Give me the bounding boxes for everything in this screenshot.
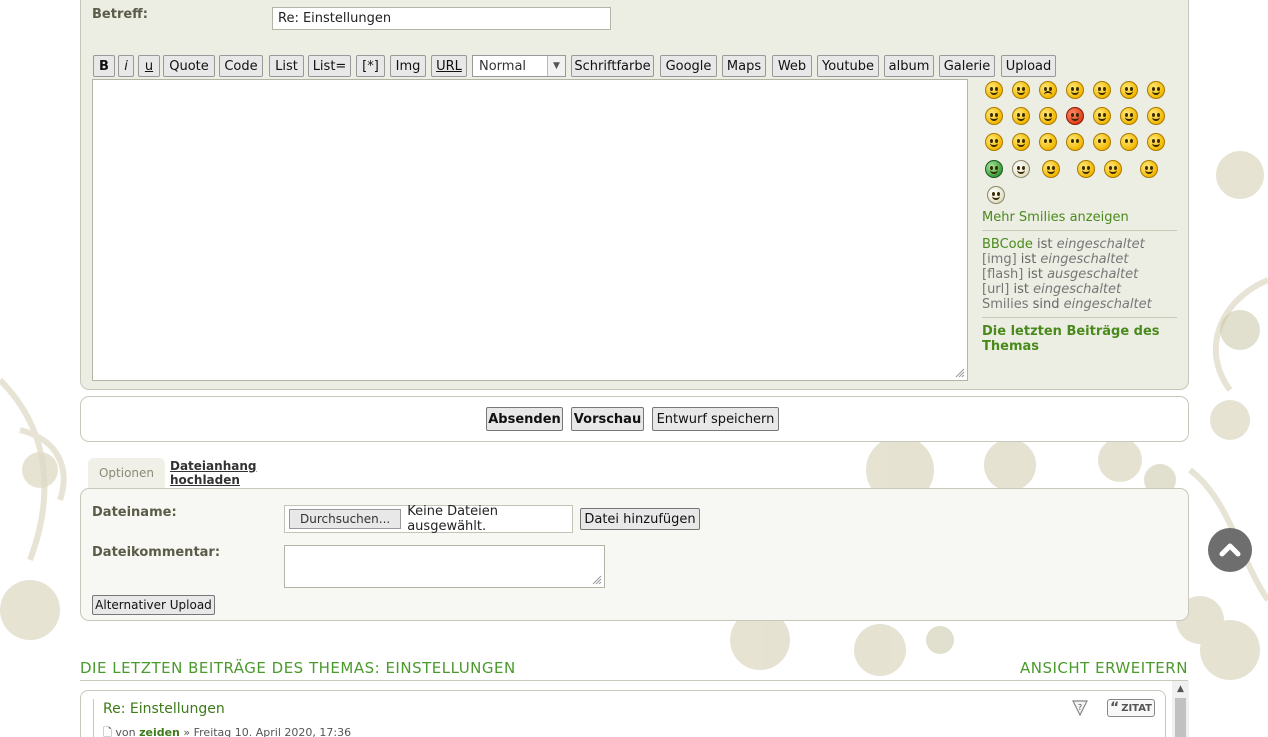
recent-posts-title: DIE LETZTEN BEITRÄGE DES THEMAS: EINSTEL… [80, 659, 516, 677]
smiley-wink-icon[interactable] [985, 133, 1003, 151]
exclamation-icon[interactable] [1039, 133, 1057, 151]
tab-options[interactable]: Optionen [88, 458, 165, 488]
smiley-icon[interactable] [985, 81, 1003, 99]
url-button[interactable]: URL [431, 55, 467, 77]
maps-button[interactable]: Maps [722, 55, 766, 77]
section-divider [80, 680, 1188, 681]
font-color-button[interactable]: Schriftfarbe [571, 55, 654, 77]
smiley-evil-icon[interactable] [1120, 107, 1138, 125]
smiley-baby-icon[interactable] [987, 186, 1005, 204]
status-flash: [flash] ist ausgeschaltet [982, 267, 1139, 282]
quote-icon: “ [1109, 700, 1120, 716]
smiley-ghost-icon[interactable] [1012, 160, 1030, 178]
smiley-sad-icon[interactable] [1039, 81, 1057, 99]
more-smilies-link[interactable]: Mehr Smilies anzeigen [982, 210, 1129, 225]
smiley-shocked-icon[interactable] [1066, 81, 1084, 99]
alternative-upload-button[interactable]: Alternativer Upload [92, 595, 215, 615]
no-file-text: Keine Dateien ausgewählt. [407, 504, 498, 534]
scroll-to-top-button[interactable] [1208, 528, 1252, 572]
smiley-tongue-icon[interactable] [1039, 107, 1057, 125]
recent-post: Re: Einstellungen 🗋 von zeiden » Freitag… [80, 690, 1166, 737]
italic-button[interactable]: i [118, 55, 134, 77]
question-icon[interactable] [1066, 133, 1084, 151]
add-file-button[interactable]: Datei hinzufügen [580, 508, 700, 530]
post-date: » Freitag 10. April 2020, 17:36 [183, 726, 352, 737]
chevron-up-icon [1219, 543, 1241, 557]
last-posts-link[interactable]: Die letzten Beiträge des Themas [982, 324, 1172, 354]
img-button[interactable]: Img [390, 55, 426, 77]
sidebar-divider [982, 230, 1177, 231]
recent-posts-scrollbar[interactable]: ▲ [1172, 681, 1189, 737]
smiley-confused-icon[interactable] [1120, 81, 1138, 99]
post-author[interactable]: zeiden [139, 726, 180, 737]
quote-post-button[interactable]: “ ZITAT [1107, 699, 1155, 717]
smiley-glasses-icon[interactable] [1093, 81, 1111, 99]
post-meta: 🗋 von zeiden » Freitag 10. April 2020, 1… [103, 726, 352, 737]
status-url: [url] ist eingeschaltet [982, 282, 1122, 297]
resize-grip-icon[interactable] [955, 368, 965, 378]
smiley-whistle-icon[interactable] [1104, 160, 1122, 178]
smiley-thumbsup-icon[interactable] [1140, 160, 1158, 178]
smiley-surprised-icon[interactable] [1042, 160, 1060, 178]
youtube-button[interactable]: Youtube [817, 55, 879, 77]
smiley-smile-icon[interactable] [1012, 133, 1030, 151]
expand-view-link[interactable]: ANSICHT ERWEITERN [1020, 659, 1188, 677]
tab-attachment-upload[interactable]: Dateianhang hochladen [170, 458, 318, 488]
bbcode-link[interactable]: BBCode [982, 237, 1033, 252]
report-icon[interactable]: ? [1071, 699, 1089, 717]
resize-grip-icon[interactable] [592, 575, 602, 585]
post-divider [93, 699, 94, 737]
smiley-laugh-icon[interactable] [985, 107, 1003, 125]
smiley-twisted-icon[interactable] [1147, 107, 1165, 125]
code-button[interactable]: Code [219, 55, 263, 77]
smiley-grin-icon[interactable] [1012, 107, 1030, 125]
underline-button[interactable]: u [138, 55, 160, 77]
smiley-neutral-icon[interactable] [1147, 133, 1165, 151]
status-img: [img] ist eingeschaltet [982, 252, 1129, 267]
sidebar-divider [982, 317, 1177, 318]
file-input[interactable]: Durchsuchen... Keine Dateien ausgewählt. [284, 504, 573, 534]
file-comment-label: Dateikommentar: [92, 545, 221, 560]
list-item-button[interactable]: [*] [356, 55, 385, 77]
submit-button[interactable]: Absenden [486, 407, 563, 431]
browse-button[interactable]: Durchsuchen... [289, 509, 402, 529]
list-ordered-button[interactable]: List= [308, 55, 351, 77]
svg-text:?: ? [1078, 703, 1082, 712]
scroll-thumb[interactable] [1175, 698, 1186, 737]
upload-button[interactable]: Upload [1001, 55, 1056, 77]
bbcode-status-list: BBCode ist eingeschaltet [img] ist einge… [982, 237, 1152, 312]
font-size-select[interactable]: Normal ▼ [472, 55, 566, 77]
google-button[interactable]: Google [660, 55, 717, 77]
filename-label: Dateiname: [92, 505, 177, 520]
smiley-mad-icon[interactable] [1066, 107, 1084, 125]
web-button[interactable]: Web [772, 55, 812, 77]
font-size-value: Normal [479, 58, 527, 74]
post-title[interactable]: Re: Einstellungen [103, 701, 225, 717]
quote-button[interactable]: Quote [163, 55, 215, 77]
file-comment-textarea[interactable] [284, 545, 605, 588]
album-button[interactable]: album [884, 55, 934, 77]
status-smilies: Smilies sind eingeschaltet [982, 297, 1152, 312]
smiley-rolleyes-icon[interactable] [1093, 107, 1111, 125]
preview-button[interactable]: Vorschau [571, 407, 644, 431]
status-bbcode: BBCode ist eingeschaltet [982, 237, 1145, 252]
smiley-money-icon[interactable] [1077, 160, 1095, 178]
smiley-icon[interactable] [1012, 81, 1030, 99]
scroll-up-icon[interactable]: ▲ [1172, 681, 1189, 697]
subject-input[interactable] [272, 7, 611, 30]
bold-button[interactable]: B [93, 55, 115, 77]
subject-label: Betreff: [92, 7, 148, 22]
smiley-green-icon[interactable] [985, 160, 1003, 178]
galerie-button[interactable]: Galerie [939, 55, 995, 77]
list-button[interactable]: List [269, 55, 304, 77]
arrow-icon[interactable] [1120, 133, 1138, 151]
save-draft-button[interactable]: Entwurf speichern [652, 407, 779, 431]
idea-icon[interactable] [1093, 133, 1111, 151]
post-icon: 🗋 [103, 726, 112, 737]
chevron-down-icon: ▼ [547, 56, 565, 76]
message-textarea[interactable] [92, 79, 968, 381]
smiley-cool-icon[interactable] [1147, 81, 1165, 99]
